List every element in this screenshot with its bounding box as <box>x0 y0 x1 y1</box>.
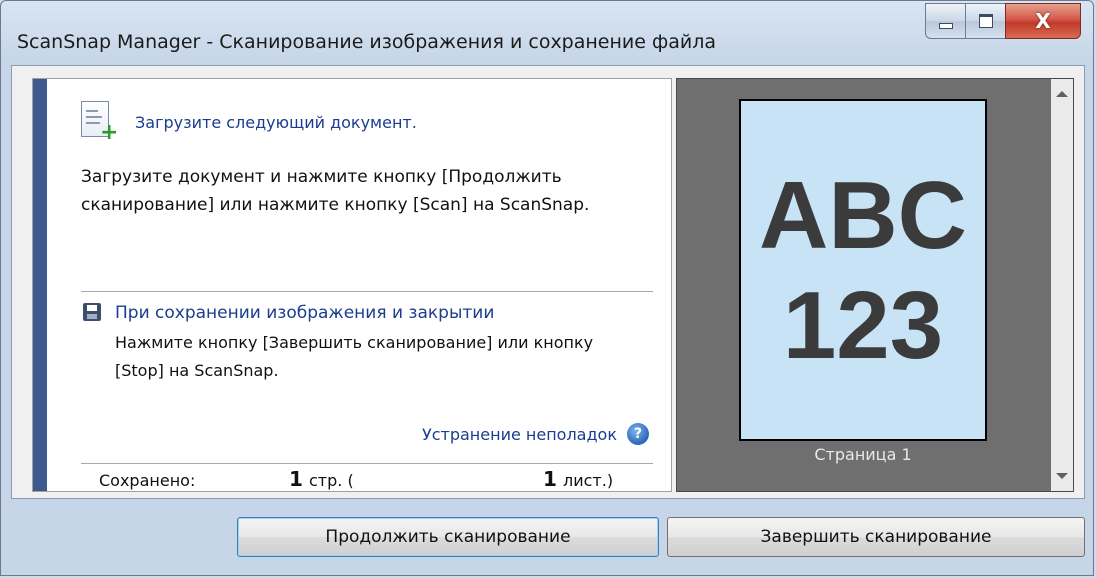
minimize-button[interactable] <box>925 3 965 39</box>
troubleshoot-link[interactable]: Устранение неполадок <box>422 425 617 444</box>
content-area: + Загрузите следующий документ. Загрузит… <box>11 65 1085 499</box>
close-icon: X <box>1035 9 1051 33</box>
saved-label: Сохранено: <box>99 471 196 490</box>
title-bar[interactable]: ScanSnap Manager - Сканирование изображе… <box>1 1 1093 65</box>
finish-scanning-button[interactable]: Завершить сканирование <box>667 517 1085 557</box>
close-button[interactable]: X <box>1005 3 1081 39</box>
preview-pane[interactable]: ABC 123 Страница 1 <box>676 78 1074 492</box>
scansnap-window: ScanSnap Manager - Сканирование изображе… <box>0 0 1094 576</box>
divider <box>81 291 653 292</box>
instructions-pane: + Загрузите следующий документ. Загрузит… <box>32 78 672 492</box>
sheets-unit: лист.) <box>563 471 614 490</box>
page-thumbnail[interactable]: ABC 123 <box>739 99 987 441</box>
next-document-description: Загрузите документ и нажмите кнопку [Про… <box>81 167 590 215</box>
preview-scrollbar[interactable] <box>1051 79 1073 491</box>
document-add-icon: + <box>81 101 118 144</box>
continue-scanning-button[interactable]: Продолжить сканирование <box>237 517 659 557</box>
page-text-line-2: 123 <box>782 272 944 379</box>
window-controls: X <box>925 3 1081 39</box>
scroll-up-icon[interactable] <box>1056 91 1068 97</box>
save-close-description: Нажмите кнопку [Завершить сканирование] … <box>115 333 594 380</box>
help-icon[interactable]: ? <box>627 423 649 445</box>
window-title: ScanSnap Manager - Сканирование изображе… <box>17 31 717 53</box>
next-document-title: Загрузите следующий документ. <box>135 113 417 132</box>
minimize-icon <box>938 23 953 29</box>
page-text-line-1: ABC <box>759 162 967 269</box>
save-icon <box>83 303 101 321</box>
maximize-icon <box>978 14 993 28</box>
pages-unit: стр. ( <box>309 471 354 490</box>
maximize-button[interactable] <box>965 3 1005 39</box>
pages-count: 1 <box>289 467 303 491</box>
saved-status: Сохранено: 1 стр. ( 1 лист.) <box>33 465 671 493</box>
accent-bar <box>33 79 47 491</box>
scroll-down-icon[interactable] <box>1056 473 1068 479</box>
page-label: Страница 1 <box>814 445 912 464</box>
divider <box>81 463 653 464</box>
sheets-count: 1 <box>543 467 557 491</box>
save-close-title: При сохранении изображения и закрытии <box>115 303 495 323</box>
